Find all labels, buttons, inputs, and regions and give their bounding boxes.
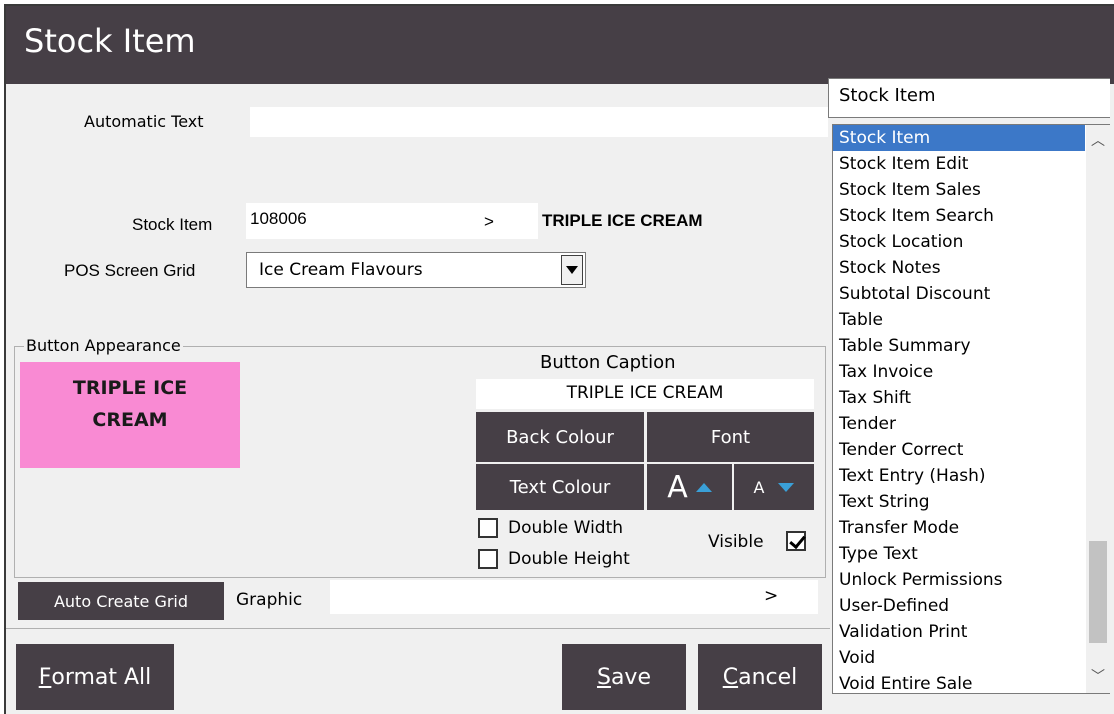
window-title: Stock Item — [24, 22, 196, 60]
list-item[interactable]: Void — [833, 645, 1085, 671]
list-item[interactable]: Unlock Permissions — [833, 567, 1085, 593]
list-item[interactable]: Table — [833, 307, 1085, 333]
list-item[interactable]: Text String — [833, 489, 1085, 515]
list-item[interactable]: Type Text — [833, 541, 1085, 567]
button-preview-text: TRIPLE ICE CREAM — [72, 377, 188, 431]
list-item[interactable]: Stock Item — [833, 125, 1085, 151]
stock-item-code: 108006 — [250, 209, 307, 228]
list-item[interactable]: Stock Location — [833, 229, 1085, 255]
automatic-text-label: Automatic Text — [84, 112, 204, 131]
list-item[interactable]: Void Entire Sale — [833, 671, 1085, 693]
pos-screen-grid-select[interactable]: Ice Cream Flavours — [246, 252, 586, 288]
pos-screen-grid-value: Ice Cream Flavours — [259, 260, 423, 280]
function-list-header[interactable]: Stock Item — [828, 78, 1110, 118]
list-item[interactable]: Subtotal Discount — [833, 281, 1085, 307]
pos-screen-grid-label: POS Screen Grid — [64, 261, 196, 280]
text-colour-button[interactable]: Text Colour — [476, 464, 644, 510]
scroll-up-icon[interactable]: ︿ — [1086, 129, 1110, 153]
font-button[interactable]: Font — [647, 412, 814, 462]
font-size-decrease-button[interactable]: A — [734, 464, 814, 510]
list-item[interactable]: Transfer Mode — [833, 515, 1085, 541]
format-all-label: ormat All — [51, 664, 152, 690]
list-item[interactable]: Tax Invoice — [833, 359, 1085, 385]
double-height-checkbox[interactable] — [478, 549, 498, 569]
visible-label: Visible — [708, 532, 764, 552]
button-appearance-title: Button Appearance — [24, 336, 183, 355]
list-item[interactable]: Tax Shift — [833, 385, 1085, 411]
list-item[interactable]: User-Defined — [833, 593, 1085, 619]
function-listbox[interactable]: Stock Item Stock Item Edit Stock Item Sale… — [832, 124, 1110, 694]
list-item[interactable]: Validation Print — [833, 619, 1085, 645]
graphic-lookup-button[interactable]: > — [764, 586, 778, 606]
font-size-increase-button[interactable]: A — [647, 464, 732, 510]
list-item[interactable]: Stock Item Sales — [833, 177, 1085, 203]
automatic-text-field[interactable] — [250, 107, 828, 137]
button-caption-label: Button Caption — [540, 352, 676, 373]
list-item[interactable]: Tender Correct — [833, 437, 1085, 463]
stock-item-code-field[interactable]: 108006 > — [246, 203, 538, 239]
font-size-small-glyph: A — [753, 477, 765, 497]
double-width-checkbox[interactable] — [478, 518, 498, 538]
list-item[interactable]: Stock Item Search — [833, 203, 1085, 229]
chevron-down-icon — [566, 266, 578, 274]
graphic-field[interactable]: > — [330, 580, 818, 614]
double-height-label: Double Height — [508, 549, 630, 569]
scrollbar-thumb[interactable] — [1089, 541, 1107, 643]
save-label: ave — [610, 664, 651, 690]
list-item[interactable]: Stock Item Edit — [833, 151, 1085, 177]
stock-item-name: TRIPLE ICE CREAM — [542, 211, 703, 230]
list-item[interactable]: Table Summary — [833, 333, 1085, 359]
button-preview: TRIPLE ICE CREAM — [20, 362, 240, 468]
stock-item-label: Stock Item — [132, 215, 213, 234]
cancel-accel: C — [722, 664, 739, 690]
triangle-down-icon — [778, 482, 795, 492]
back-colour-button[interactable]: Back Colour — [476, 412, 644, 462]
format-all-button[interactable]: Format All — [16, 644, 174, 710]
scroll-down-icon[interactable]: ﹀ — [1086, 665, 1110, 689]
function-list-items: Stock Item Stock Item Edit Stock Item Sale… — [833, 125, 1110, 693]
list-item[interactable]: Tender — [833, 411, 1085, 437]
stock-item-lookup-button[interactable]: > — [484, 212, 494, 232]
list-item[interactable]: Stock Notes — [833, 255, 1085, 281]
button-caption-field[interactable]: TRIPLE ICE CREAM — [476, 379, 814, 409]
auto-create-grid-button[interactable]: Auto Create Grid — [18, 582, 224, 620]
format-all-accel: F — [38, 664, 52, 690]
list-item[interactable]: Text Entry (Hash) — [833, 463, 1085, 489]
dropdown-arrow-button[interactable] — [561, 255, 583, 285]
save-button[interactable]: Save — [562, 644, 686, 710]
visible-checkbox[interactable] — [786, 531, 806, 551]
cancel-label: ancel — [738, 664, 798, 690]
triangle-up-icon — [695, 482, 712, 492]
save-accel: S — [596, 664, 611, 690]
title-bar: Stock Item — [6, 6, 1114, 84]
font-size-large-glyph: A — [667, 469, 688, 505]
double-width-label: Double Width — [508, 518, 624, 538]
footer-divider — [6, 628, 830, 629]
cancel-button[interactable]: Cancel — [698, 644, 822, 710]
list-scrollbar[interactable]: ︿ ﹀ — [1086, 125, 1110, 693]
graphic-label: Graphic — [236, 590, 303, 610]
